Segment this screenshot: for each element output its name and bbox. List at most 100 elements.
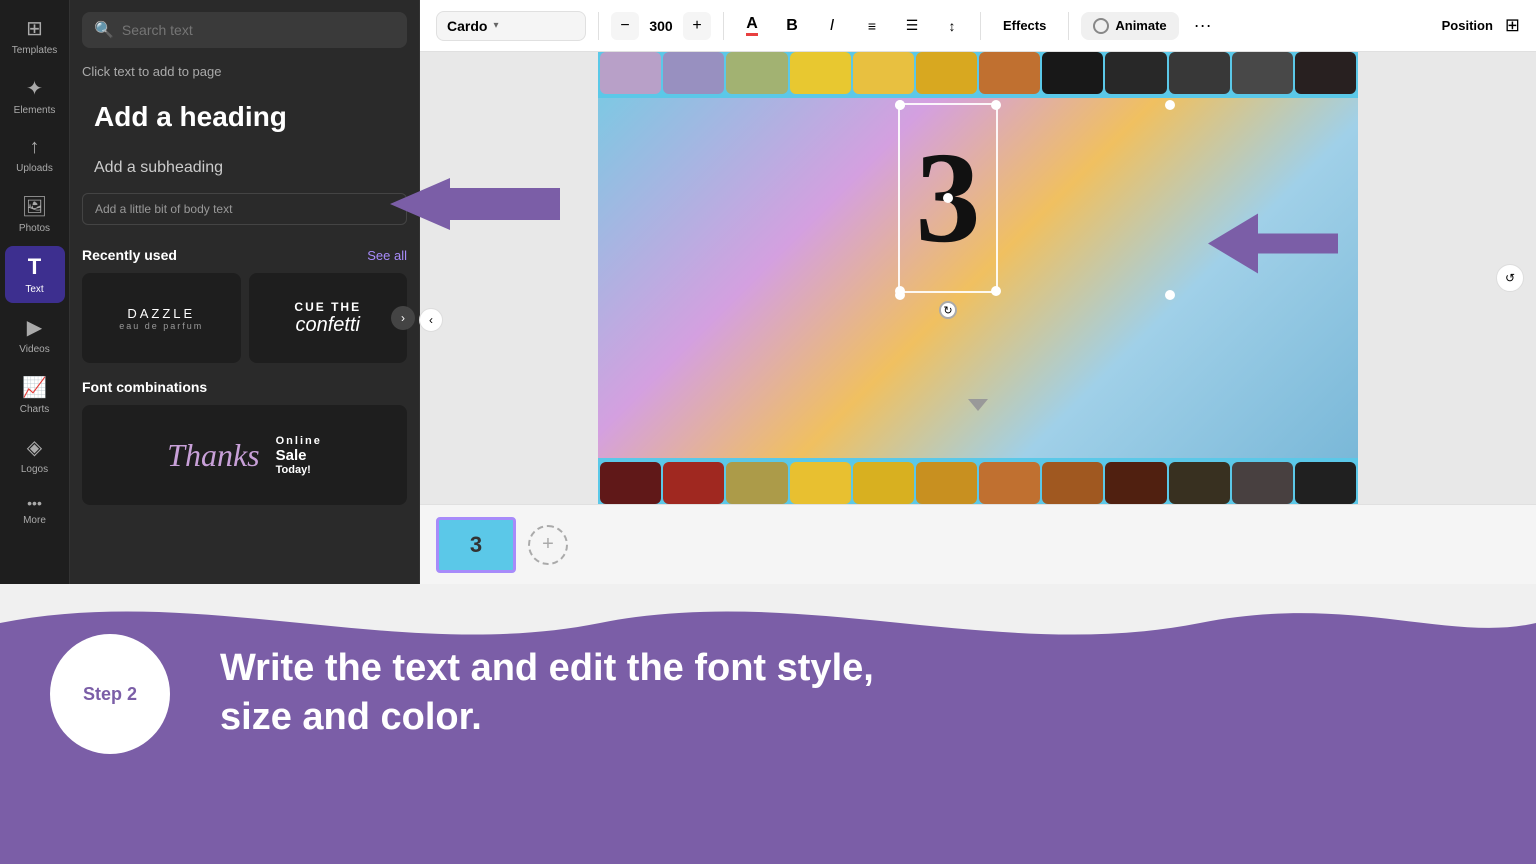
handle-bl	[895, 286, 905, 296]
slide-number-display: 3	[470, 532, 482, 558]
grid-button[interactable]: ⊞	[1505, 15, 1520, 36]
increase-size-button[interactable]: +	[683, 12, 711, 40]
more-options-button[interactable]: ···	[1187, 10, 1219, 42]
spacing-button[interactable]: ↕	[936, 10, 968, 42]
sidebar-item-text-label: Text	[25, 284, 43, 295]
sidebar-item-logos-label: Logos	[21, 464, 48, 475]
search-input[interactable]	[122, 22, 395, 38]
annotation-text: Write the text and edit the font style, …	[220, 644, 874, 743]
font-name-display: Cardo	[447, 18, 487, 34]
step-circle: Step 2	[50, 634, 170, 754]
sidebar-item-videos[interactable]: ▶ Videos	[5, 307, 65, 363]
combo-sale-line1: Online	[276, 435, 322, 447]
sidebar-item-photos-label: Photos	[19, 223, 50, 234]
animate-button[interactable]: Animate	[1081, 12, 1178, 40]
italic-button[interactable]: I	[816, 10, 848, 42]
slide-thumbnail-1[interactable]: 3	[436, 517, 516, 573]
toolbar: Cardo ▾ − 300 + A B I ≡	[420, 0, 1536, 52]
refresh-icon: ↺	[1505, 271, 1515, 285]
sidebar-item-uploads[interactable]: ↑ Uploads	[5, 128, 65, 182]
sidebar-item-uploads-label: Uploads	[16, 163, 53, 174]
film-cell-t5	[853, 52, 914, 94]
canvas-purple-arrow	[1208, 213, 1338, 278]
search-box[interactable]: 🔍	[82, 12, 407, 48]
step-label: Step 2	[83, 684, 137, 705]
videos-icon: ▶	[27, 315, 42, 340]
add-heading-option[interactable]: Add a heading	[82, 91, 407, 143]
cue-text-line1: CUE THE	[294, 300, 361, 314]
font-cards-next-arrow[interactable]: ›	[391, 306, 415, 330]
font-card-dazzle[interactable]: DAZZLE eau de parfum	[82, 273, 241, 363]
list-button[interactable]: ☰	[896, 10, 928, 42]
panel-collapse-arrow[interactable]: ‹	[419, 308, 443, 332]
left-panel: 🔍 Click text to add to page Add a headin…	[70, 0, 420, 584]
sidebar-item-templates[interactable]: ⊞ Templates	[5, 8, 65, 64]
handle-tl	[895, 100, 905, 110]
film-strip-bottom	[598, 458, 1358, 504]
align-icon: ≡	[868, 18, 876, 34]
expand-canvas-arrow[interactable]	[968, 398, 988, 416]
film-cell-t1	[600, 52, 661, 94]
film-cell-b7	[979, 462, 1040, 504]
sidebar-item-photos[interactable]: 🖼 Photos	[5, 186, 65, 242]
purple-arrow-svg	[1208, 213, 1338, 273]
bold-button[interactable]: B	[776, 10, 808, 42]
text-element-3[interactable]: 3 ↻	[898, 103, 998, 293]
see-all-link[interactable]: See all	[367, 248, 407, 263]
position-button[interactable]: Position	[1442, 18, 1493, 33]
combo-script-text: Thanks	[167, 437, 259, 474]
main-area: ⊞ Templates ✦ Elements ↑ Uploads 🖼 Photo…	[0, 0, 1536, 584]
film-strip-top	[598, 52, 1358, 98]
templates-icon: ⊞	[26, 16, 43, 41]
film-cell-t3	[726, 52, 787, 94]
annotation-line2: size and color.	[220, 693, 874, 742]
film-cell-t9	[1105, 52, 1166, 94]
sidebar-item-templates-label: Templates	[12, 45, 58, 56]
add-body-option[interactable]: Add a little bit of body text	[82, 193, 407, 225]
film-cell-b6	[916, 462, 977, 504]
sidebar-annotation-arrow	[390, 178, 560, 235]
canvas-container: ↺	[420, 52, 1536, 504]
sidebar-item-more-label: More	[23, 515, 46, 526]
font-card-cue[interactable]: CUE THE confetti	[249, 273, 408, 363]
sidebar-item-elements[interactable]: ✦ Elements	[5, 68, 65, 124]
font-color-button[interactable]: A	[736, 10, 768, 42]
canvas-right-panel[interactable]: ↺	[1496, 264, 1524, 292]
cue-text-line2: confetti	[294, 314, 361, 337]
film-cell-t2	[663, 52, 724, 94]
search-icon: 🔍	[94, 20, 114, 40]
right-tools: Position ⊞	[1442, 15, 1520, 36]
sidebar-item-logos[interactable]: ◈ Logos	[5, 427, 65, 483]
align-button[interactable]: ≡	[856, 10, 888, 42]
canvas-area: Cardo ▾ − 300 + A B I ≡	[420, 0, 1536, 584]
recently-used-section-header: Recently used See all	[82, 247, 407, 263]
font-color-icon: A	[746, 15, 758, 36]
text-icon: T	[28, 254, 41, 280]
add-subheading-option[interactable]: Add a subheading	[82, 149, 407, 187]
font-combos-title: Font combinations	[82, 379, 407, 395]
font-combo-card[interactable]: Thanks Online Sale Today! ✦	[82, 405, 407, 505]
film-cell-t10	[1169, 52, 1230, 94]
decrease-size-button[interactable]: −	[611, 12, 639, 40]
canvas[interactable]: 3 ↻	[598, 52, 1358, 504]
font-selector[interactable]: Cardo ▾	[436, 11, 586, 41]
rotate-handle[interactable]: ↻	[939, 301, 957, 319]
sidebar-item-videos-label: Videos	[19, 344, 49, 355]
sidebar-item-elements-label: Elements	[14, 105, 56, 116]
add-slide-button[interactable]: +	[528, 525, 568, 565]
sidebar-item-charts[interactable]: 📈 Charts	[5, 367, 65, 423]
subheading-label: Add a subheading	[94, 159, 223, 176]
charts-icon: 📈	[22, 375, 47, 400]
sidebar-item-more[interactable]: ••• More	[5, 487, 65, 534]
film-cell-b5	[853, 462, 914, 504]
film-cell-b12	[1295, 462, 1356, 504]
effects-button[interactable]: Effects	[993, 12, 1056, 39]
uploads-icon: ↑	[30, 136, 40, 159]
add-slide-icon: +	[542, 533, 554, 556]
film-cell-t8	[1042, 52, 1103, 94]
combo-sale-line3: Today!	[276, 464, 322, 476]
list-icon: ☰	[906, 17, 919, 34]
sidebar-item-text[interactable]: T Text	[5, 246, 65, 303]
film-cell-b3	[726, 462, 787, 504]
photos-icon: 🖼	[22, 194, 47, 219]
